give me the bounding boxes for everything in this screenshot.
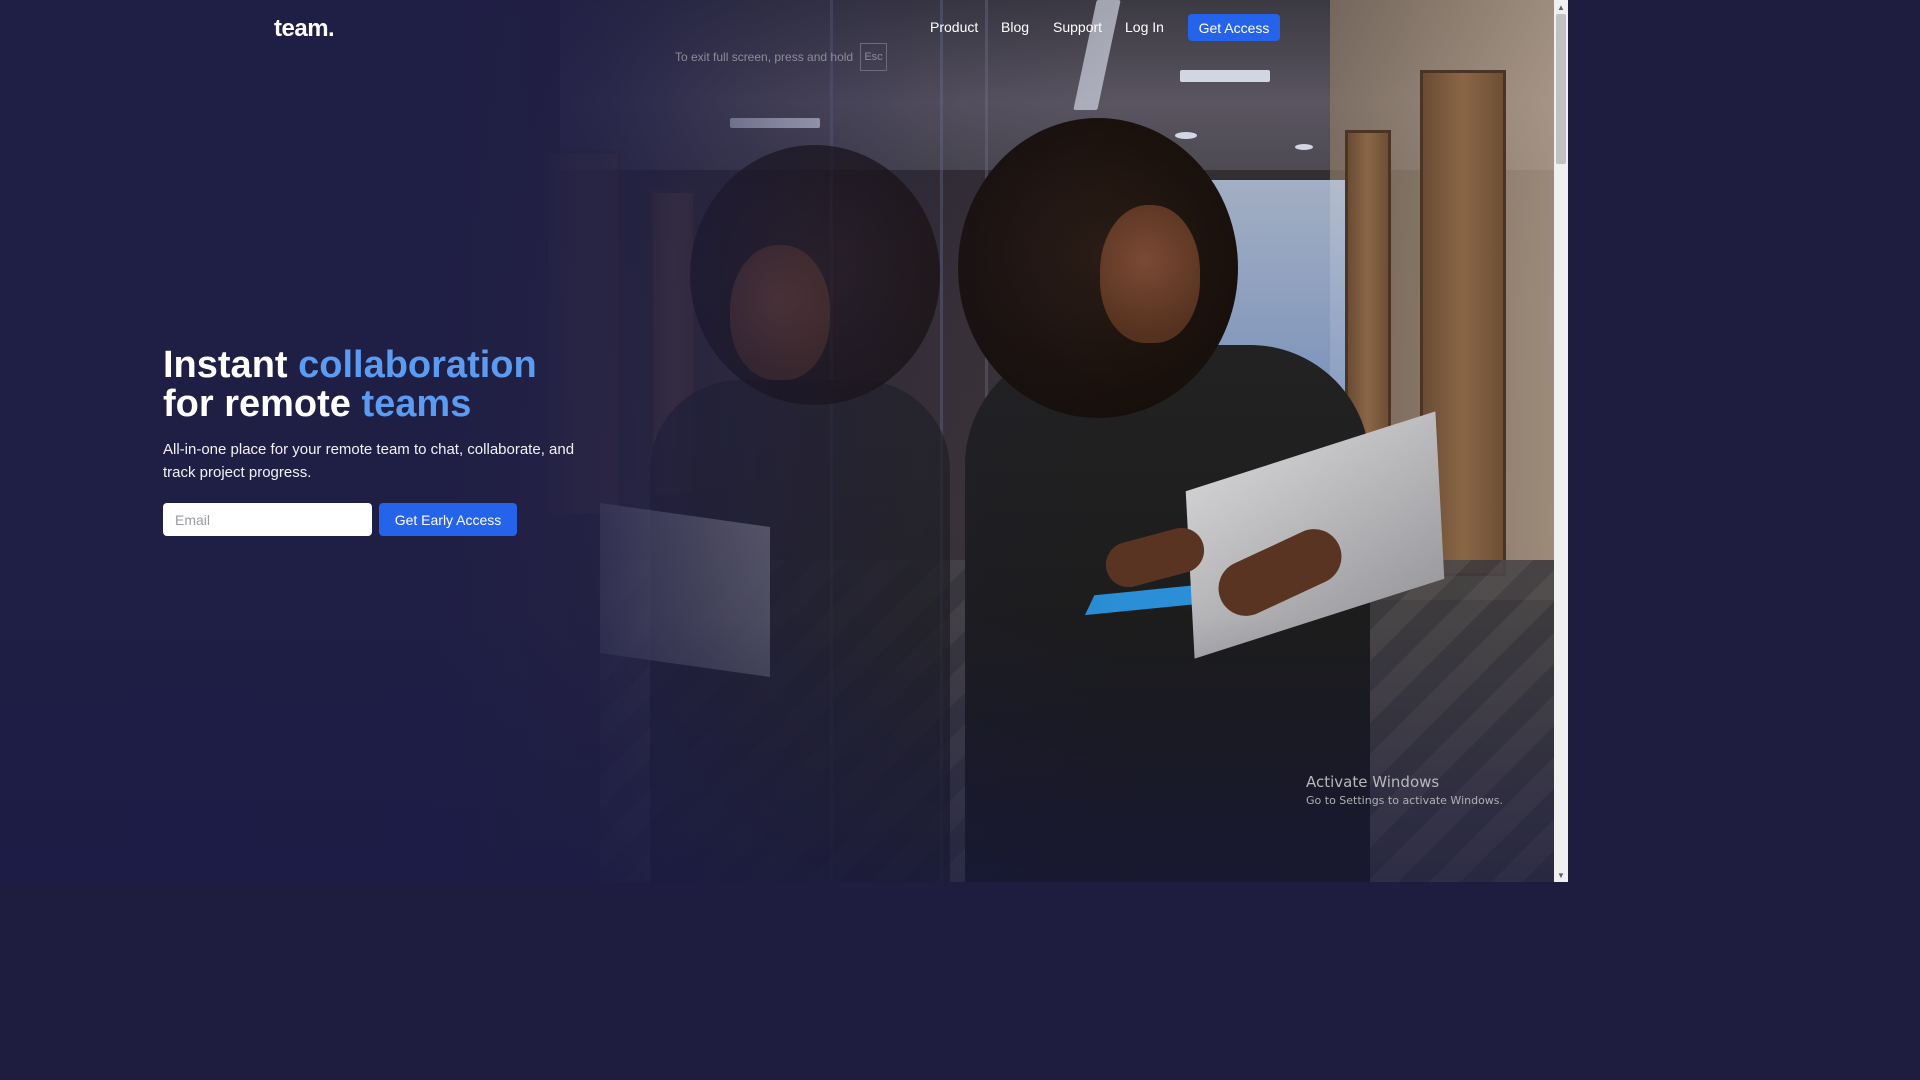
get-early-access-button[interactable]: Get Early Access (379, 503, 517, 536)
email-input[interactable] (163, 503, 372, 536)
hero-subtitle: All-in-one place for your remote team to… (163, 441, 575, 481)
fullscreen-hint: To exit full screen, press and hold (675, 50, 854, 64)
nav-link-product[interactable]: Product (930, 19, 978, 35)
scrollbar-thumb[interactable] (1556, 14, 1566, 164)
headline-accent: teams (361, 383, 472, 425)
nav-link-blog[interactable]: Blog (1001, 19, 1029, 35)
scroll-down-arrow-icon[interactable]: ▼ (1554, 868, 1568, 882)
activate-windows-subtitle: Go to Settings to activate Windows. (1306, 794, 1504, 807)
logo[interactable]: team. (274, 15, 335, 43)
esc-key-badge: Esc (860, 43, 887, 71)
nav-link-support[interactable]: Support (1053, 19, 1102, 35)
headline-accent: collaboration (298, 344, 537, 386)
hero-headline: Instant collaboration for remote teams (163, 346, 537, 424)
get-access-button[interactable]: Get Access (1188, 14, 1280, 41)
scroll-up-arrow-icon[interactable]: ▲ (1554, 0, 1568, 14)
headline-text: for remote (163, 383, 362, 425)
nav-link-login[interactable]: Log In (1125, 19, 1164, 35)
scrollbar[interactable]: ▲ ▼ (1554, 0, 1568, 882)
activate-windows-title: Activate Windows (1306, 773, 1440, 791)
headline-text: Instant (163, 344, 299, 386)
